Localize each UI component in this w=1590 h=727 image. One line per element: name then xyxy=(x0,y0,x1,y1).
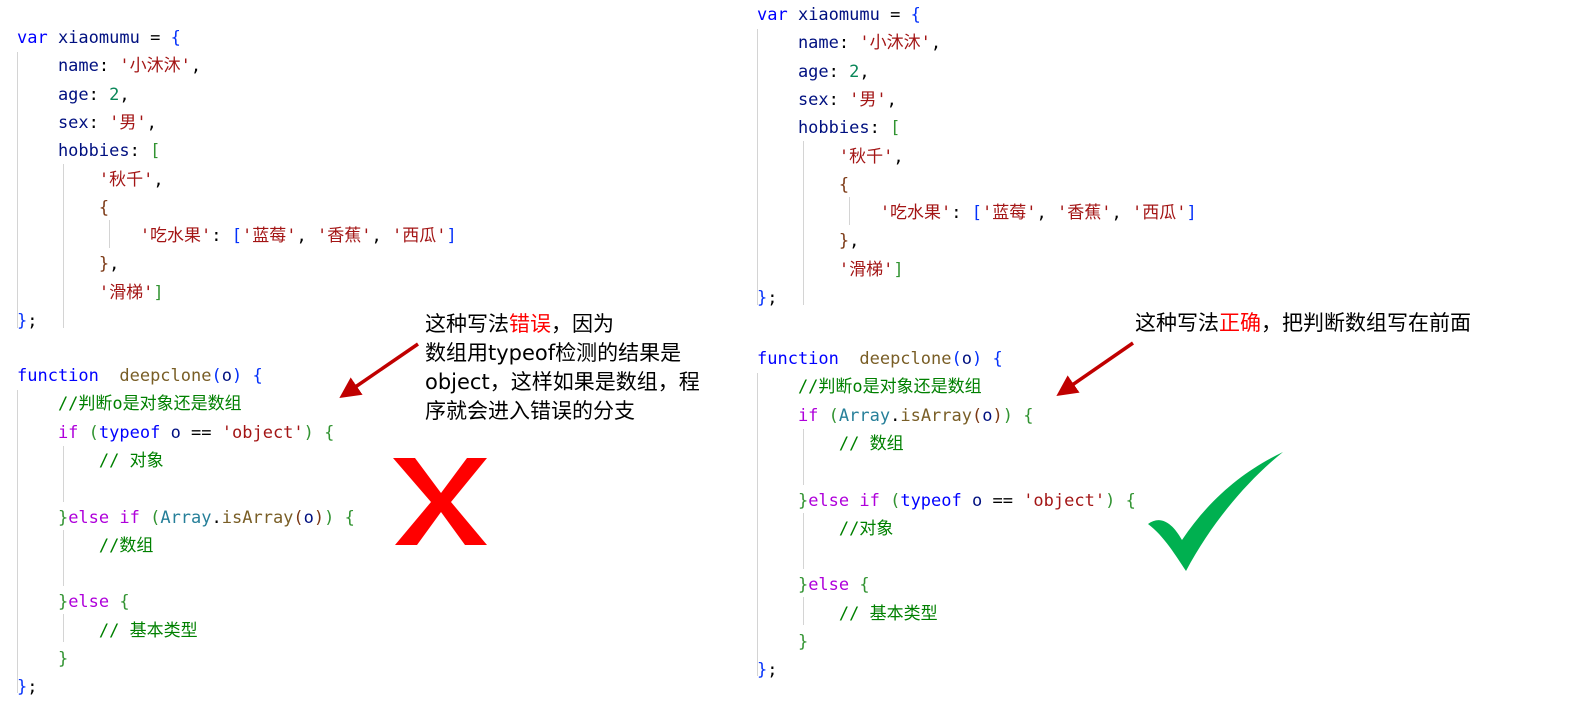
correct-check-icon xyxy=(1148,452,1283,571)
right-arrow-icon xyxy=(1056,341,1134,396)
annotation-graphics xyxy=(339,341,1283,571)
left-arrow-icon xyxy=(339,342,419,398)
wrong-x-icon xyxy=(393,458,487,545)
